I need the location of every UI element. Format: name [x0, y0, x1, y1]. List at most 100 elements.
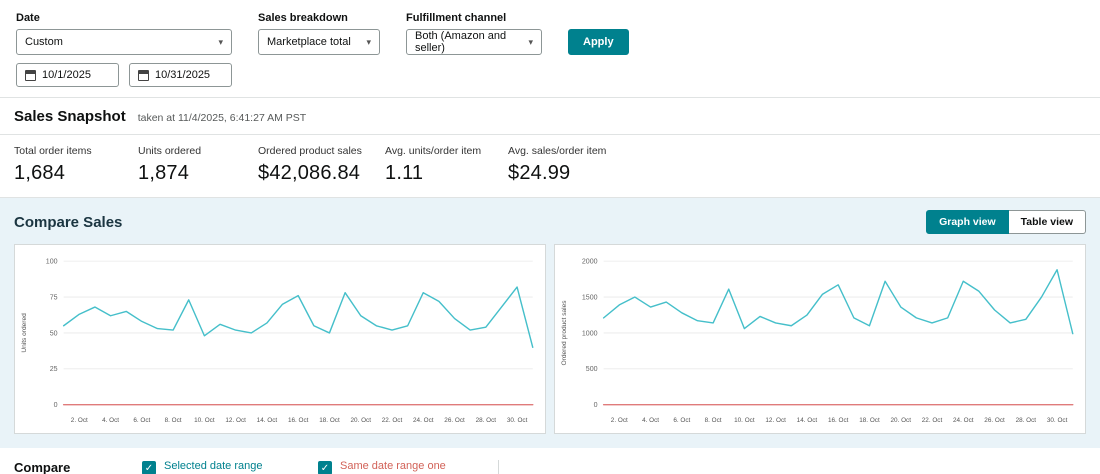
- svg-text:22. Oct: 22. Oct: [382, 417, 403, 424]
- svg-text:24. Oct: 24. Oct: [953, 417, 974, 424]
- metric-label: Units ordered: [138, 145, 202, 157]
- fulfillment-channel-selected-value: Both (Amazon and seller): [415, 30, 507, 54]
- metric-value: $42,086.84: [258, 162, 361, 184]
- legend-label: Selected date range: [164, 460, 263, 472]
- svg-text:28. Oct: 28. Oct: [476, 417, 497, 424]
- svg-text:12. Oct: 12. Oct: [765, 417, 786, 424]
- metric-units-ordered: Units ordered 1,874: [138, 145, 258, 185]
- svg-text:22. Oct: 22. Oct: [922, 417, 943, 424]
- chevron-down-icon: [218, 37, 223, 48]
- date-filter-group: Date Custom 10/1/2025 10/31/2025: [16, 12, 232, 87]
- sales-breakdown-selected-value: Marketplace total: [267, 36, 351, 48]
- calendar-icon: [25, 69, 36, 81]
- svg-text:20. Oct: 20. Oct: [890, 417, 911, 424]
- svg-text:12. Oct: 12. Oct: [225, 417, 246, 424]
- graph-view-button[interactable]: Graph view: [926, 210, 1009, 234]
- sales-snapshot-header: Sales Snapshot taken at 11/4/2025, 6:41:…: [0, 98, 1100, 135]
- metric-value: $24.99: [508, 162, 571, 184]
- svg-text:75: 75: [50, 294, 58, 301]
- metric-value: 1,874: [138, 162, 190, 184]
- end-date-value: 10/31/2025: [155, 69, 211, 81]
- metric-label: Avg. sales/order item: [508, 145, 607, 157]
- compare-sales-title: Compare Sales: [14, 213, 123, 231]
- snapshot-timestamp: taken at 11/4/2025, 6:41:27 AM PST: [137, 112, 307, 124]
- svg-text:2. Oct: 2. Oct: [71, 417, 88, 424]
- metric-avg-units-per-order: Avg. units/order item 1.11: [385, 145, 508, 185]
- svg-text:8. Oct: 8. Oct: [705, 417, 722, 424]
- svg-text:10. Oct: 10. Oct: [194, 417, 215, 424]
- end-date-input[interactable]: 10/31/2025: [129, 63, 232, 87]
- metric-label: Total order items: [14, 145, 92, 157]
- svg-text:14. Oct: 14. Oct: [257, 417, 278, 424]
- sales-breakdown-group: Sales breakdown Marketplace total: [258, 12, 380, 55]
- view-toggle: Graph view Table view: [926, 210, 1086, 234]
- svg-text:4. Oct: 4. Oct: [102, 417, 119, 424]
- svg-text:500: 500: [586, 366, 598, 373]
- svg-text:100: 100: [46, 258, 58, 265]
- legend-label: Same date range one year ago: [340, 460, 446, 474]
- svg-text:1500: 1500: [582, 294, 598, 301]
- svg-text:6. Oct: 6. Oct: [673, 417, 690, 424]
- legend-items: ✓ Selected date range 1,874 Units $42,08…: [142, 460, 499, 474]
- svg-text:16. Oct: 16. Oct: [288, 417, 309, 424]
- svg-text:20. Oct: 20. Oct: [350, 417, 371, 424]
- svg-text:0: 0: [54, 402, 58, 409]
- compare-legend-title: Compare: [14, 460, 71, 474]
- sales-snapshot-title: Sales Snapshot: [14, 108, 126, 125]
- svg-text:4. Oct: 4. Oct: [642, 417, 659, 424]
- svg-text:Ordered product sales: Ordered product sales: [561, 300, 568, 366]
- fulfillment-channel-group: Fulfillment channel Both (Amazon and sel…: [406, 12, 542, 55]
- svg-text:30. Oct: 30. Oct: [1047, 417, 1068, 424]
- sales-breakdown-select[interactable]: Marketplace total: [258, 29, 380, 55]
- svg-text:2000: 2000: [582, 258, 598, 265]
- svg-text:8. Oct: 8. Oct: [165, 417, 182, 424]
- snapshot-metrics: Total order items 1,684 Units ordered 1,…: [0, 135, 1100, 198]
- svg-text:14. Oct: 14. Oct: [797, 417, 818, 424]
- units-ordered-chart: 0 25 50 75 100 2. Oct 4. Oct 6. Oct 8. Oct 10. Oc…: [14, 244, 546, 434]
- svg-text:10. Oct: 10. Oct: [734, 417, 755, 424]
- legend-item-selected-range: ✓ Selected date range 1,874 Units $42,08…: [142, 460, 292, 474]
- charts-row: 0 25 50 75 100 2. Oct 4. Oct 6. Oct 8. Oct 10. Oc…: [14, 244, 1086, 434]
- calendar-icon: [138, 69, 149, 81]
- date-inputs: 10/1/2025 10/31/2025: [16, 63, 232, 87]
- date-range-select[interactable]: Custom: [16, 29, 232, 55]
- ordered-product-sales-chart: 0 500 1000 1500 2000 2. Oct 4. Oct 6. Oct 8. Oct…: [554, 244, 1086, 434]
- svg-text:25: 25: [50, 366, 58, 373]
- metric-label: Avg. units/order item: [385, 145, 482, 157]
- svg-text:24. Oct: 24. Oct: [413, 417, 434, 424]
- svg-text:18. Oct: 18. Oct: [319, 417, 340, 424]
- metric-ordered-product-sales: Ordered product sales $42,086.84: [258, 145, 385, 185]
- selected-range-checkbox[interactable]: ✓: [142, 461, 156, 474]
- compare-legend: Compare What's this ✓ Selected date rang…: [0, 448, 1100, 474]
- svg-text:16. Oct: 16. Oct: [828, 417, 849, 424]
- chevron-down-icon: [366, 37, 371, 48]
- legend-item-year-ago: ✓ Same date range one year ago 0 Units $…: [318, 460, 468, 474]
- svg-text:26. Oct: 26. Oct: [984, 417, 1005, 424]
- metric-value: 1.11: [385, 162, 424, 184]
- compare-sales-header: Compare Sales Graph view Table view: [14, 210, 1086, 234]
- svg-text:18. Oct: 18. Oct: [859, 417, 880, 424]
- svg-text:Units ordered: Units ordered: [21, 313, 28, 353]
- year-ago-checkbox[interactable]: ✓: [318, 461, 332, 474]
- chevron-down-icon: [528, 37, 533, 48]
- svg-text:2. Oct: 2. Oct: [611, 417, 628, 424]
- start-date-value: 10/1/2025: [42, 69, 91, 81]
- compare-legend-head: Compare What's this: [14, 460, 142, 474]
- fulfillment-channel-label: Fulfillment channel: [406, 12, 507, 24]
- table-view-button[interactable]: Table view: [1008, 210, 1086, 234]
- apply-button[interactable]: Apply: [568, 29, 629, 55]
- date-filter-label: Date: [16, 12, 40, 24]
- svg-text:0: 0: [594, 402, 598, 409]
- start-date-input[interactable]: 10/1/2025: [16, 63, 119, 87]
- svg-text:50: 50: [50, 330, 58, 337]
- svg-text:6. Oct: 6. Oct: [133, 417, 150, 424]
- svg-text:28. Oct: 28. Oct: [1016, 417, 1037, 424]
- svg-text:30. Oct: 30. Oct: [507, 417, 528, 424]
- apply-group: Apply: [568, 12, 629, 55]
- metric-label: Ordered product sales: [258, 145, 362, 157]
- fulfillment-channel-select[interactable]: Both (Amazon and seller): [406, 29, 542, 55]
- metric-total-order-items: Total order items 1,684: [14, 145, 138, 185]
- svg-text:26. Oct: 26. Oct: [444, 417, 465, 424]
- metric-value: 1,684: [14, 162, 66, 184]
- sales-breakdown-label: Sales breakdown: [258, 12, 348, 24]
